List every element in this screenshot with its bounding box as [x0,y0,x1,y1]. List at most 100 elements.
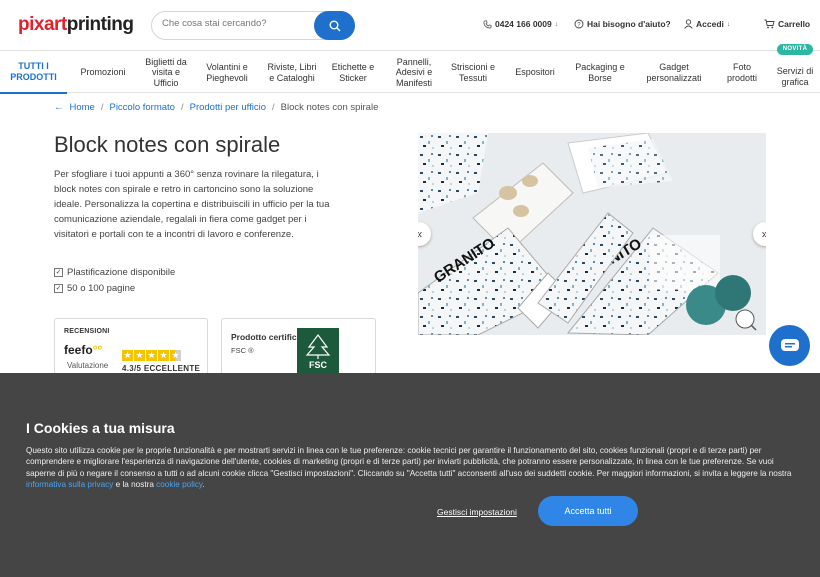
feefo-logo: feefo°° [64,343,102,357]
cookie-policy-link[interactable]: cookie policy [156,480,202,489]
breadcrumb-separator: / [180,102,184,113]
nav-item-biglietti[interactable]: Biglietti da visita e Ufficio [141,51,191,94]
nav-label: Biglietti da visita e Ufficio [145,56,187,88]
nav-label: Foto prodotti [726,62,758,83]
nav-item-gadget[interactable]: Gadget personalizzati [637,51,711,94]
product-image-carousel[interactable]: GRANITO GRANITO « » [418,133,766,335]
nav-label: TUTTI I PRODOTTI [10,61,57,82]
feature-label: 50 o 100 pagine [67,283,136,294]
breadcrumb-separator: / [272,102,275,113]
search-bar [151,11,355,40]
rating-summary: 4.3/5 ECCELLENTE [122,364,200,373]
help-label: Hai bisogno d'aiuto? [587,19,671,29]
help-link[interactable]: ? Hai bisogno d'aiuto? [574,19,671,29]
nav-label: Volantini e Pieghevoli [206,62,248,83]
star-icon: ★ [134,350,145,361]
checkbox-check-icon: ✓ [54,268,63,277]
nav-item-striscioni[interactable]: Striscioni e Tessuti [450,51,496,94]
feefo-logo-dots: °° [92,343,103,357]
nav-item-foto[interactable]: Foto prodotti [718,51,766,94]
star-icon: ★ [122,350,133,361]
nav-item-riviste[interactable]: Riviste, Libri e Cataloghi [264,51,320,94]
user-icon [684,19,693,29]
nav-label: Gadget personalizzati [646,62,702,83]
login-label: Accedi [696,19,724,29]
nav-label: Promozioni [80,67,126,78]
nav-item-etichette[interactable]: Etichette e Sticker [328,51,378,94]
phone-icon [483,20,492,28]
nav-label: Espositori [515,67,555,78]
product-title: Block notes con spirale [54,132,281,157]
chat-button[interactable] [769,325,810,366]
product-image: GRANITO GRANITO [418,133,766,335]
chat-bubble-icon [780,338,799,351]
nav-item-espositori[interactable]: Espositori [505,51,565,94]
breadcrumb: ← Home / Piccolo formato / Prodotti per … [54,102,378,113]
privacy-link[interactable]: informativa sulla privacy [26,480,113,489]
nav-item-servizi-grafica[interactable]: Servizi di grafica [774,51,816,94]
search-icon [329,20,340,31]
accept-all-button[interactable]: Accetta tutti [538,496,638,526]
nav-label: Servizi di grafica [776,66,814,87]
nav-label: Riviste, Libri e Cataloghi [267,62,317,83]
help-icon: ? [574,19,584,29]
nav-item-promozioni[interactable]: Promozioni [74,51,132,94]
star-icon: ★ [158,350,169,361]
product-description: Per sfogliare i tuoi appunti a 360° senz… [54,169,330,240]
breadcrumb-home[interactable]: Home [70,102,95,113]
feefo-logo-text: feefo [64,343,93,357]
star-icon: ★ [146,350,157,361]
cert-sub: FSC ® [231,346,254,355]
site-header: pixartprinting 0424 166 0009 ↓ ? Hai bis… [0,0,820,50]
fsc-logo-text: FSC [309,360,327,370]
cookie-banner: I Cookies a tua misura Questo sito utili… [0,373,820,577]
cookie-text-part: Questo sito utilizza cookie per le propr… [26,446,792,478]
search-input[interactable] [162,18,312,29]
chevron-left-icon: « [418,227,422,241]
reviews-label: RECENSIONI [64,328,110,335]
logo[interactable]: pixartprinting [18,14,134,36]
logo-part-pixart: pixart [18,14,67,35]
back-arrow-icon[interactable]: ← [54,102,64,113]
feature-item: ✓ Plastificazione disponibile [54,267,175,278]
cart-link[interactable]: Carrello [764,19,810,29]
nav-label: Striscioni e Tessuti [450,62,495,83]
breadcrumb-piccolo-formato[interactable]: Piccolo formato [109,102,174,113]
nav-item-volantini[interactable]: Volantini e Pieghevoli [199,51,255,94]
nav-item-tutti-prodotti[interactable]: TUTTI I PRODOTTI [0,51,67,94]
cookie-text-part: . [202,480,205,490]
checkbox-check-icon: ✓ [54,284,63,293]
chevron-right-icon: » [762,227,766,241]
phone-link[interactable]: 0424 166 0009 ↓ [483,19,558,29]
feature-label: Plastificazione disponibile [67,267,176,278]
nav-label: Etichette e Sticker [331,62,375,83]
breadcrumb-separator: / [100,102,104,113]
search-button[interactable] [314,11,355,40]
new-badge: NOVITÀ [777,44,813,55]
logo-part-printing: printing [66,14,134,35]
chevron-down-icon: ↓ [554,20,559,28]
nav-label: Packaging e Borse [575,62,625,83]
cart-icon [764,19,775,29]
manage-settings-button[interactable]: Gestisci impostazioni [437,507,517,517]
breadcrumb-current: Block notes con spirale [280,102,379,113]
cookie-title: I Cookies a tua misura [26,420,175,436]
feature-item: ✓ 50 o 100 pagine [54,283,135,294]
rating-stars: ★ ★ ★ ★ ★ [122,350,181,361]
cookie-text: Questo sito utilizza cookie per le propr… [26,445,796,491]
nav-label: Pannelli, Adesivi e Manifesti [395,56,433,88]
main-nav: TUTTI I PRODOTTI Promozioni Biglietti da… [0,50,820,94]
login-link[interactable]: Accedi ↓ [684,19,730,29]
nav-item-pannelli[interactable]: Pannelli, Adesivi e Manifesti [387,51,441,94]
tree-icon [305,334,331,359]
breadcrumb-prodotti-ufficio[interactable]: Prodotti per ufficio [190,102,266,113]
phone-number: 0424 166 0009 [495,19,552,29]
nav-item-packaging[interactable]: Packaging e Borse [572,51,628,94]
rating-verdict: ECCELLENTE [143,364,201,373]
half-star-icon: ★ [170,350,181,361]
chevron-down-icon: ↓ [726,20,731,28]
valuation-label: Valutazione [67,361,109,370]
rating-score: 4.3/5 [122,364,142,373]
cart-label: Carrello [778,19,811,29]
cookie-text-part: e la nostra [113,480,157,490]
